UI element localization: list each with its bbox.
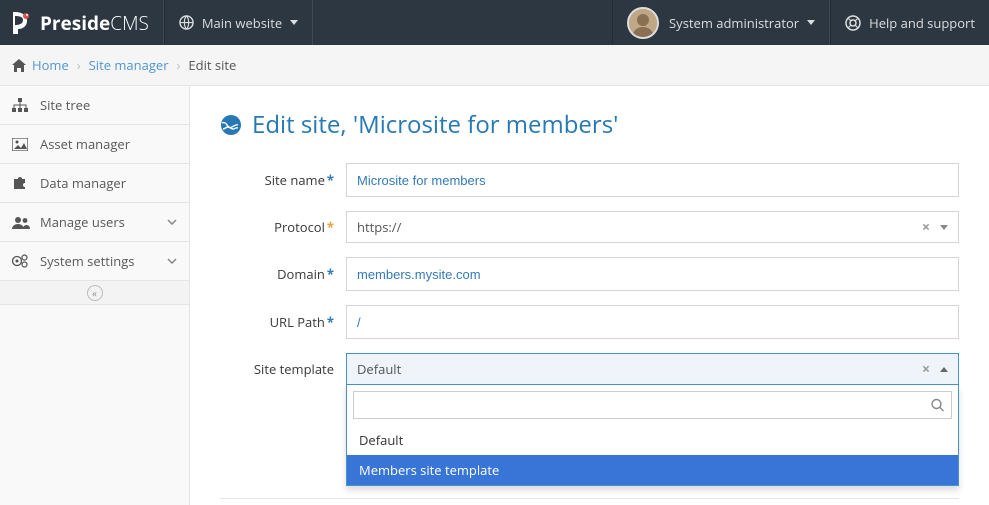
required-indicator: * bbox=[327, 265, 334, 283]
form-row-protocol: Protocol* https:// × bbox=[220, 211, 959, 243]
main-layout: Site tree Asset manager Data manager Man… bbox=[0, 86, 989, 505]
site-template-value: Default bbox=[357, 360, 916, 378]
site-name-input[interactable] bbox=[346, 163, 959, 197]
sidebar-item-label: Data manager bbox=[40, 174, 177, 192]
dropdown-option-default[interactable]: Default bbox=[347, 425, 958, 455]
cogs-icon bbox=[12, 254, 34, 268]
puzzle-icon bbox=[12, 176, 34, 191]
sidebar-collapse-toggle[interactable]: « bbox=[0, 281, 189, 305]
url-path-input[interactable] bbox=[346, 305, 959, 339]
nav-main-website-label: Main website bbox=[202, 14, 282, 32]
site-template-dropdown: Default Members site template bbox=[346, 385, 959, 486]
clear-icon[interactable]: × bbox=[916, 360, 936, 379]
breadcrumb: Home › Site manager › Edit site bbox=[0, 45, 989, 86]
nav-spacer bbox=[313, 0, 612, 45]
page-title-text: Edit site, 'Microsite for members' bbox=[252, 108, 618, 141]
breadcrumb-site-manager[interactable]: Site manager bbox=[89, 56, 169, 74]
sidebar: Site tree Asset manager Data manager Man… bbox=[0, 86, 190, 505]
nav-help-label: Help and support bbox=[869, 14, 975, 32]
brand-strong: Preside bbox=[40, 10, 110, 36]
site-template-select[interactable]: Default × bbox=[346, 353, 959, 385]
protocol-select[interactable]: https:// × bbox=[346, 211, 959, 243]
breadcrumb-current: Edit site bbox=[188, 56, 236, 74]
brand-light: CMS bbox=[110, 10, 149, 36]
required-indicator: * bbox=[327, 313, 334, 331]
protocol-value: https:// bbox=[357, 218, 916, 236]
form-row-site-name: Site name* bbox=[220, 163, 959, 197]
globe-icon bbox=[220, 114, 242, 136]
form-label: Domain* bbox=[220, 265, 346, 283]
content-area: Edit site, 'Microsite for members' Site … bbox=[190, 86, 989, 505]
collapse-icon: « bbox=[87, 285, 103, 301]
sidebar-item-system-settings[interactable]: System settings bbox=[0, 242, 189, 281]
caret-down-icon bbox=[936, 225, 952, 230]
chevron-right-icon: › bbox=[77, 56, 81, 74]
chevron-down-icon bbox=[167, 219, 177, 225]
clear-icon[interactable]: × bbox=[916, 218, 936, 237]
form-label: Site template bbox=[220, 353, 346, 378]
page-title: Edit site, 'Microsite for members' bbox=[220, 108, 959, 141]
sidebar-item-asset-manager[interactable]: Asset manager bbox=[0, 125, 189, 164]
avatar bbox=[627, 7, 659, 39]
sidebar-item-label: Asset manager bbox=[40, 135, 177, 153]
globe-icon bbox=[179, 15, 194, 30]
top-navbar: PresideCMS Main website System administr… bbox=[0, 0, 989, 45]
image-icon bbox=[12, 138, 34, 151]
caret-down-icon bbox=[807, 20, 815, 25]
sidebar-item-data-manager[interactable]: Data manager bbox=[0, 164, 189, 203]
dropdown-option-members[interactable]: Members site template bbox=[347, 455, 958, 485]
sidebar-item-manage-users[interactable]: Manage users bbox=[0, 203, 189, 242]
sidebar-item-label: Manage users bbox=[40, 213, 167, 231]
form-label: Protocol* bbox=[220, 218, 346, 236]
brand-logo-icon bbox=[10, 10, 40, 36]
form-actions-placeholder bbox=[220, 498, 959, 505]
caret-up-icon bbox=[936, 367, 952, 372]
brand-text: PresideCMS bbox=[40, 10, 149, 36]
brand[interactable]: PresideCMS bbox=[0, 0, 164, 45]
caret-down-icon bbox=[290, 20, 298, 25]
form-label: URL Path* bbox=[220, 313, 346, 331]
dropdown-search-wrap bbox=[347, 385, 958, 425]
form-label: Site name* bbox=[220, 171, 346, 189]
breadcrumb-home[interactable]: Home bbox=[32, 56, 69, 74]
form-row-domain: Domain* bbox=[220, 257, 959, 291]
nav-help[interactable]: Help and support bbox=[830, 0, 989, 45]
nav-user-menu[interactable]: System administrator bbox=[612, 0, 830, 45]
required-indicator: * bbox=[327, 171, 334, 189]
home-icon bbox=[12, 59, 26, 72]
nav-user-label: System administrator bbox=[669, 14, 799, 32]
sidebar-item-label: Site tree bbox=[40, 96, 177, 114]
sidebar-item-site-tree[interactable]: Site tree bbox=[0, 86, 189, 125]
search-icon bbox=[931, 399, 944, 412]
nav-main-website[interactable]: Main website bbox=[164, 0, 313, 45]
dropdown-search-input[interactable] bbox=[353, 391, 952, 419]
sidebar-item-label: System settings bbox=[40, 252, 167, 270]
domain-input[interactable] bbox=[346, 257, 959, 291]
users-icon bbox=[12, 216, 34, 229]
chevron-down-icon bbox=[167, 258, 177, 264]
life-ring-icon bbox=[845, 15, 861, 31]
form-row-url-path: URL Path* bbox=[220, 305, 959, 339]
form-row-site-template: Site template Default × Default bbox=[220, 353, 959, 486]
chevron-right-icon: › bbox=[177, 56, 181, 74]
required-indicator: * bbox=[327, 218, 334, 236]
sitemap-icon bbox=[12, 98, 34, 112]
